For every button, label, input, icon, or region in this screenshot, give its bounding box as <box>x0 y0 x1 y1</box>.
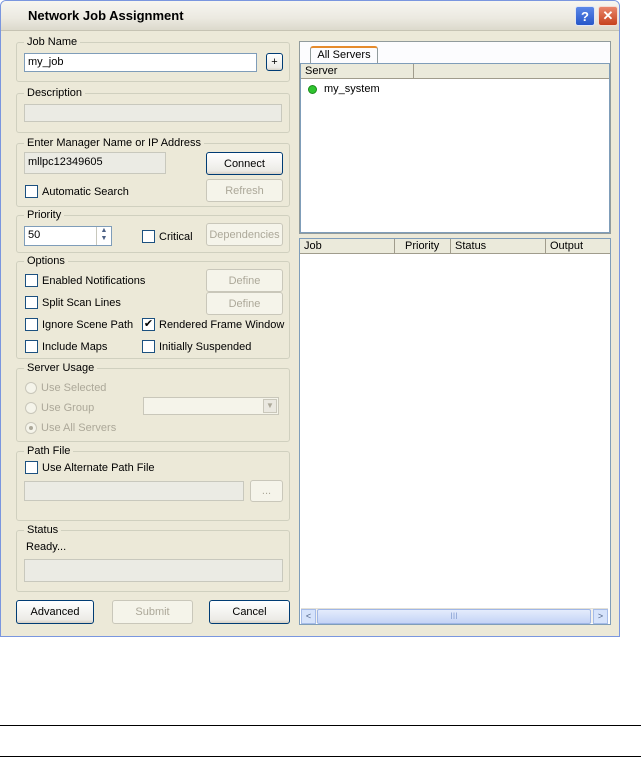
use-all-servers-radio[interactable] <box>25 422 37 434</box>
server-column-header[interactable]: Server <box>301 64 414 79</box>
ignore-scene-path-checkbox[interactable] <box>25 318 38 331</box>
group-dropdown[interactable]: ▼ <box>143 397 279 415</box>
split-scan-lines-label: Split Scan Lines <box>42 297 121 309</box>
horizontal-scrollbar[interactable]: < III > <box>301 608 608 624</box>
critical-checkbox[interactable] <box>142 230 155 243</box>
use-selected-label: Use Selected <box>41 382 107 394</box>
status-text: Ready... <box>26 541 67 553</box>
include-maps-checkbox[interactable] <box>25 340 38 353</box>
server-status-icon <box>308 85 317 94</box>
close-icon: ✕ <box>602 8 614 23</box>
use-all-servers-label: Use All Servers <box>41 422 117 434</box>
connect-button[interactable]: Connect <box>206 152 283 175</box>
server-name: my_system <box>324 83 380 95</box>
cancel-button[interactable]: Cancel <box>209 600 290 624</box>
window-title: Network Job Assignment <box>28 8 184 23</box>
path-file-label: Path File <box>24 445 74 458</box>
chevron-left-icon: < <box>305 611 312 621</box>
chevron-right-icon: > <box>597 611 604 621</box>
title-bar[interactable]: Network Job Assignment ? ✕ <box>1 1 619 31</box>
status-label: Status <box>24 524 62 537</box>
divider-bottom <box>0 756 641 757</box>
initially-suspended-checkbox[interactable] <box>142 340 155 353</box>
chevron-down-icon: ▼ <box>263 399 277 413</box>
advanced-button[interactable]: Advanced <box>16 600 94 624</box>
split-scan-lines-checkbox[interactable] <box>25 296 38 309</box>
dependencies-button[interactable]: Dependencies <box>206 223 283 246</box>
automatic-search-label: Automatic Search <box>42 186 129 198</box>
enabled-notifications-label: Enabled Notifications <box>42 275 146 287</box>
use-selected-radio[interactable] <box>25 382 37 394</box>
output-column-header[interactable]: Output <box>546 239 610 254</box>
server-list[interactable]: Server my_system <box>300 63 610 233</box>
job-name-plus-button[interactable]: + <box>266 53 283 71</box>
close-button[interactable]: ✕ <box>598 6 618 26</box>
status-column-header[interactable]: Status <box>451 239 546 254</box>
enabled-notifications-checkbox[interactable] <box>25 274 38 287</box>
check-mark-icon: ✔ <box>143 318 154 330</box>
help-button[interactable]: ? <box>575 6 595 26</box>
job-column-header[interactable]: Job <box>300 239 395 254</box>
browse-path-button[interactable]: ... <box>250 480 283 502</box>
tab-all-servers[interactable]: All Servers <box>310 46 378 64</box>
critical-label: Critical <box>159 231 193 243</box>
network-job-assignment-window: Network Job Assignment ? ✕ Job Name my_j… <box>0 0 620 637</box>
scroll-right-button[interactable]: > <box>593 609 608 624</box>
description-input[interactable] <box>24 104 282 122</box>
job-name-label: Job Name <box>24 36 81 49</box>
use-group-label: Use Group <box>41 402 95 414</box>
refresh-button[interactable]: Refresh <box>206 179 283 202</box>
scroll-left-button[interactable]: < <box>301 609 316 624</box>
options-label: Options <box>24 255 68 268</box>
rendered-frame-window-checkbox[interactable]: ✔ <box>142 318 155 331</box>
use-alternate-path-checkbox[interactable] <box>25 461 38 474</box>
server-usage-label: Server Usage <box>24 362 98 375</box>
server-column-filler <box>414 64 609 79</box>
submit-button[interactable]: Submit <box>112 600 193 624</box>
priority-column-header[interactable]: Priority <box>395 239 451 254</box>
status-bar <box>24 559 283 582</box>
define-notifications-button[interactable]: Define <box>206 269 283 292</box>
scroll-thumb[interactable]: III <box>317 609 591 624</box>
use-group-radio[interactable] <box>25 402 37 414</box>
description-label: Description <box>24 87 86 100</box>
initially-suspended-label: Initially Suspended <box>159 341 252 353</box>
automatic-search-checkbox[interactable] <box>25 185 38 198</box>
define-scan-lines-button[interactable]: Define <box>206 292 283 315</box>
manager-label: Enter Manager Name or IP Address <box>24 137 205 150</box>
job-name-input[interactable]: my_job <box>24 53 257 72</box>
job-list[interactable]: Job Priority Status Output < III > <box>299 238 611 625</box>
use-alternate-path-label: Use Alternate Path File <box>42 462 155 474</box>
manager-address-input[interactable]: mllpc12349605 <box>24 152 166 174</box>
ignore-scene-path-label: Ignore Scene Path <box>42 319 134 331</box>
divider-top <box>0 725 641 726</box>
priority-spin-arrows[interactable]: ▲ ▼ <box>96 227 111 245</box>
rendered-frame-window-label: Rendered Frame Window <box>159 319 285 331</box>
priority-label: Priority <box>24 209 65 222</box>
include-maps-label: Include Maps <box>42 341 108 353</box>
alternate-path-input[interactable] <box>24 481 244 501</box>
